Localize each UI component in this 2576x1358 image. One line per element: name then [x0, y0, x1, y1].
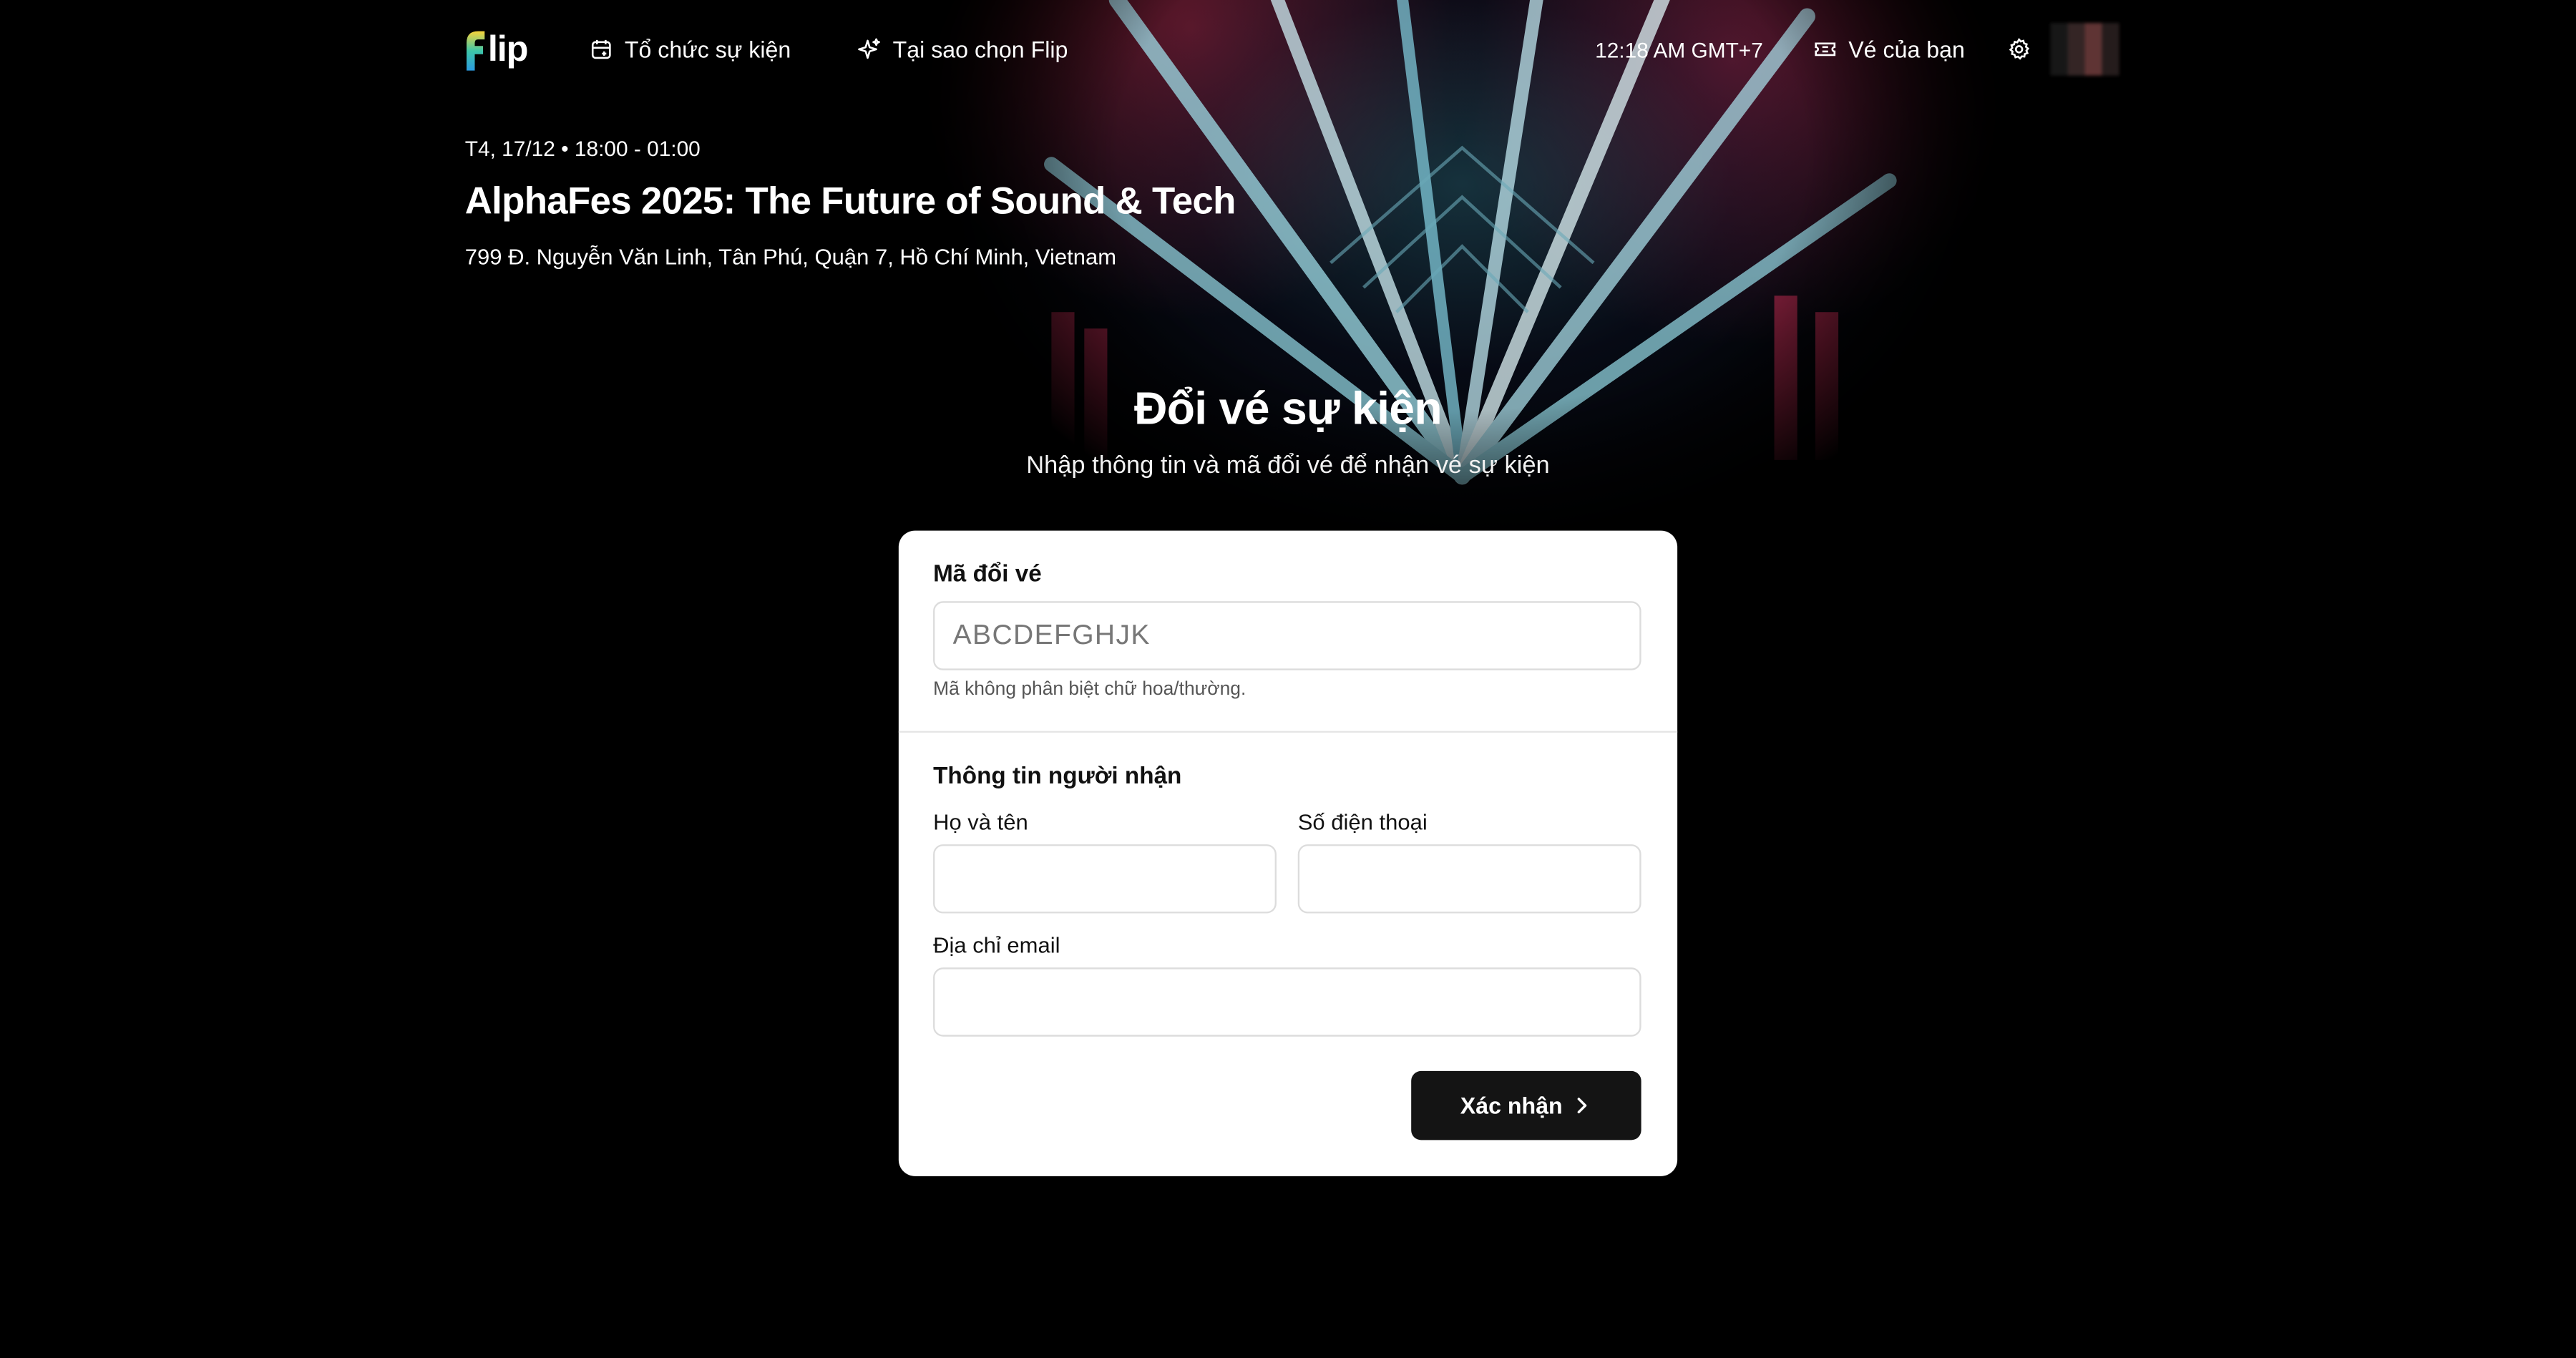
email-label: Địa chỉ email [933, 933, 1060, 958]
current-time: 12:18 AM GMT+7 [1595, 36, 1763, 62]
ticket-icon [1814, 38, 1837, 61]
my-tickets-link[interactable]: Vé của bạn [1814, 36, 1965, 63]
gear-icon[interactable] [2008, 37, 2031, 61]
nav-link-organize-event[interactable]: Tổ chức sự kiện [590, 36, 791, 63]
event-address: 799 Đ. Nguyễn Văn Linh, Tân Phú, Quận 7,… [464, 245, 1117, 270]
flip-logo-mark [463, 28, 486, 71]
user-avatar[interactable] [2050, 23, 2119, 76]
submit-button-label: Xác nhận [1460, 1092, 1563, 1119]
my-tickets-label: Vé của bạn [1848, 36, 1965, 63]
code-label: Mã đổi vé [933, 562, 1042, 588]
flip-logo[interactable]: lip [463, 24, 529, 74]
submit-button[interactable]: Xác nhận [1411, 1070, 1641, 1140]
code-hint: Mã không phân biệt chữ hoa/thường. [933, 680, 1246, 700]
phone-input[interactable] [1297, 844, 1641, 914]
logo-text: lip [487, 28, 529, 69]
event-datetime: T4, 17/12 • 18:00 - 01:00 [464, 136, 701, 161]
page: lip Tổ chức sự kiện Tại sao chọn Flip 12… [0, 0, 2576, 1358]
page-subtitle: Nhập thông tin và mã đổi vé để nhận vé s… [1026, 451, 1550, 480]
redeem-ticket-form: Mã đổi vé Mã không phân biệt chữ hoa/thư… [898, 530, 1678, 1176]
nav-link-label: Tại sao chọn Flip [892, 36, 1068, 63]
code-section: Mã đổi vé Mã không phân biệt chữ hoa/thư… [898, 531, 1678, 733]
nav-link-label: Tổ chức sự kiện [624, 36, 791, 63]
full-name-input[interactable] [933, 844, 1277, 914]
recipient-heading: Thông tin người nhận [933, 763, 1182, 791]
redeem-code-input[interactable] [933, 601, 1641, 670]
chevron-right-icon [1572, 1095, 1592, 1115]
phone-label: Số điện thoại [1297, 809, 1428, 835]
email-input[interactable] [933, 967, 1641, 1037]
nav-link-why-flip[interactable]: Tại sao chọn Flip [858, 36, 1068, 63]
page-title: Đổi vé sự kiện [1133, 382, 1443, 434]
event-title: AlphaFes 2025: The Future of Sound & Tec… [464, 179, 1236, 222]
top-nav: lip Tổ chức sự kiện Tại sao chọn Flip 12… [463, 23, 2119, 76]
name-label: Họ và tên [933, 809, 1028, 835]
calendar-plus-icon [590, 38, 613, 61]
sparkles-icon [858, 38, 881, 61]
